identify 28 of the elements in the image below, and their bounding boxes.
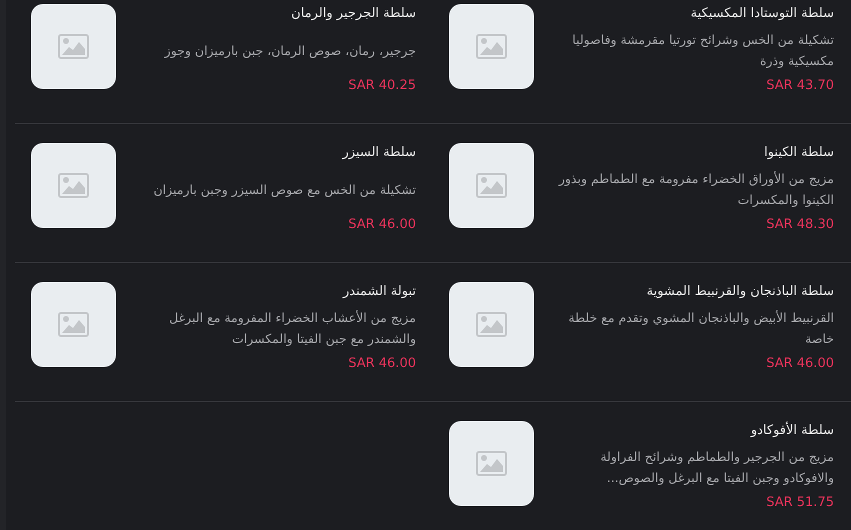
dish-price: SAR 46.00 xyxy=(347,355,416,373)
dish-title: سلطة الجرجير والرمان xyxy=(290,5,416,23)
dish-description: تشكيلة من الخس وشرائح تورتيا مقرمشة وفاصوليا مكسيكية وذرة xyxy=(571,31,834,70)
dish-description: مزيج من الأوراق الخضراء مفرومة مع الطماطم وبذور الكينوا والمكسرات xyxy=(557,170,834,209)
image-icon xyxy=(58,34,89,59)
dish-title: سلطة الباذنجان والقرنبيط المشوية xyxy=(646,283,834,301)
dish-title: سلطة الأفوكادو xyxy=(749,421,834,440)
dish-title: تبولة الشمندر xyxy=(342,283,416,301)
image-icon xyxy=(58,173,89,198)
dish-price: SAR 43.70 xyxy=(765,77,834,95)
dish-description: مزيج من الأعشاب الخضراء المفرومة مع البرغل والشمندر مع جبن الفيتا والمكسرات xyxy=(168,309,416,348)
image-icon xyxy=(476,312,507,337)
image-icon xyxy=(476,173,507,198)
dish-price: SAR 46.00 xyxy=(765,355,834,373)
dish-description: القرنبيط الأبيض والباذنجان المشوي وتقدم مع خلطة خاصة xyxy=(567,309,834,348)
dish-price: SAR 46.00 xyxy=(347,216,416,234)
image-icon xyxy=(476,34,507,59)
dish-price: SAR 40.25 xyxy=(347,77,416,95)
image-icon xyxy=(58,312,89,337)
dish-description: جرجير، رمان، صوص الرمان، جبن بارميزان وجوز xyxy=(163,42,416,60)
image-icon xyxy=(476,451,507,476)
dish-title: سلطة الكينوا xyxy=(763,144,834,162)
dish-description: مزيج من الجرجير والطماطم وشرائح الفراولة والافوكادو وجبن الفيتا مع البرغل والصوص... xyxy=(599,448,834,487)
dish-price: SAR 48.30 xyxy=(765,216,834,234)
dish-description: تشكيلة من الخس مع صوص السيزر وجبن بارميزان xyxy=(152,180,416,199)
dish-title: سلطة السيزر xyxy=(341,144,416,162)
dish-price: SAR 51.75 xyxy=(765,494,834,512)
dish-title: سلطة التوستادا المكسيكية xyxy=(690,5,834,23)
